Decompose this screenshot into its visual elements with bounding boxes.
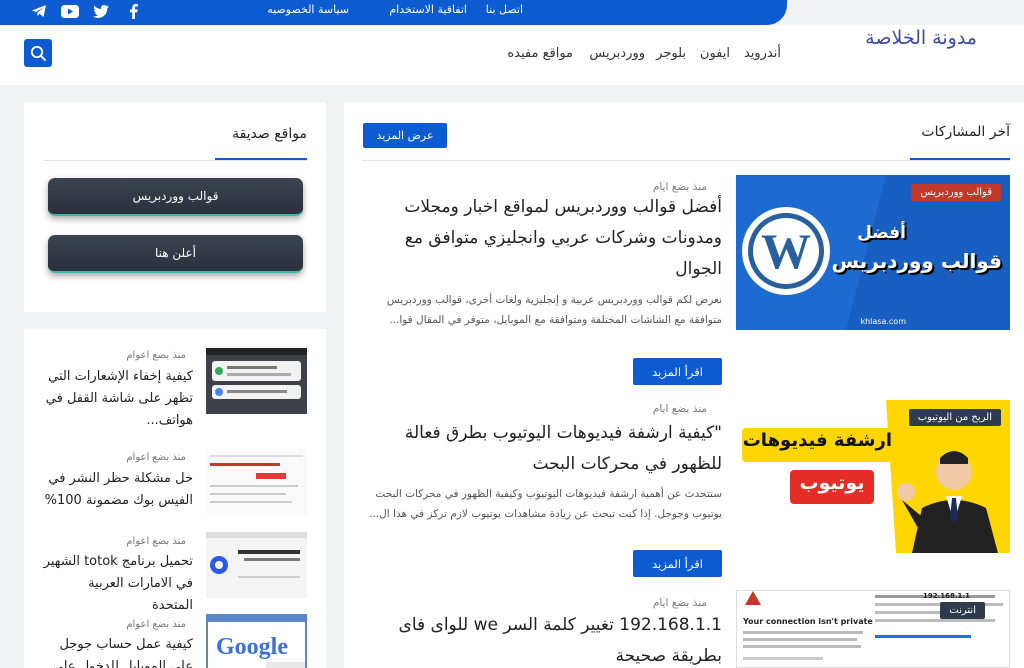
post-title[interactable]: أفضل قوالب ووردبريس لمواقع اخبار ومجلات …: [362, 192, 722, 285]
section-title-latest: آخر المشاركات: [921, 124, 1010, 140]
recent-posts-widget: منذ بضع اعوام كيفية إخفاء الإشعارات التي…: [24, 329, 326, 668]
privacy-link[interactable]: سياسة الخصوصيه: [267, 3, 349, 16]
thumbnail-caption: يوتيوب: [799, 472, 865, 494]
nav-item-android[interactable]: أندرويد: [744, 46, 781, 61]
facebook-icon[interactable]: [122, 1, 144, 21]
contact-link[interactable]: اتصل بنا: [486, 3, 523, 16]
telegram-icon[interactable]: [28, 1, 50, 21]
post-thumbnail[interactable]: الربح من اليوتيوب ارشفة فيديوهات يوتيوب: [736, 400, 1010, 553]
friends-title: مواقع صديقة: [232, 126, 307, 142]
facebook-ban-thumbnail-image: [206, 449, 307, 515]
search-button[interactable]: [24, 39, 52, 67]
lockscreen-thumbnail-image: [206, 348, 307, 414]
recent-post-thumbnail[interactable]: Google: [206, 614, 307, 668]
post-title[interactable]: 192.168.1.1 تغيير كلمة السر we للواى فاى…: [382, 610, 722, 668]
advertise-button[interactable]: أعلن هنا: [48, 235, 303, 273]
post-excerpt: ستتحدث عن أهمية ارشفة فيديوهات اليوتيوب …: [369, 488, 722, 520]
thumbnail-caption: 192.168.1.1: [923, 592, 970, 600]
post-excerpt: نعرض لكم قوالب ووردبريس عربية و إنجليزية…: [386, 294, 722, 326]
recent-post-thumbnail[interactable]: [206, 348, 307, 414]
recent-post-date: منذ بضع اعوام: [126, 350, 186, 361]
top-bar: اتصل بنا اتفاقية الاستخدام سياسة الخصوصي…: [0, 0, 787, 25]
friends-rule: [43, 160, 307, 161]
site-logo[interactable]: مدونة الخلاصة: [865, 27, 977, 49]
post-thumbnail[interactable]: W قوالب ووردبريس أفضل قوالب ووردبريس khl…: [736, 175, 1010, 330]
youtube-icon[interactable]: [59, 1, 81, 21]
post-title[interactable]: "كيفية ارشفة فيديوهات اليوتيوب بطرق فعال…: [362, 418, 722, 480]
thumbnail-caption: أفضل: [857, 223, 906, 243]
recent-post-date: منذ بضع اعوام: [126, 536, 186, 547]
recent-post-title[interactable]: كيفية عمل حساب جوجل على الموبايل للدخول …: [43, 634, 193, 668]
category-badge[interactable]: الربح من اليوتيوب: [908, 409, 1001, 426]
post-date: منذ بضع ايام: [652, 597, 707, 609]
section-rule: [362, 160, 1010, 161]
search-icon: [30, 45, 46, 61]
category-badge[interactable]: انترنت: [940, 602, 985, 619]
recent-post-date: منذ بضع اعوام: [126, 619, 186, 630]
svg-text:W: W: [761, 223, 811, 279]
nav-item-blogger[interactable]: بلوجر: [656, 46, 686, 61]
site-header: مدونة الخلاصة أندرويد ايفون بلوجر ووردبر…: [0, 25, 1024, 85]
recent-post-title[interactable]: كيفية إخفاء الإشعارات التي تظهر على شاشة…: [43, 366, 193, 432]
recent-post-title[interactable]: تحميل برنامج totok الشهير في الامارات ال…: [43, 551, 193, 617]
post-thumbnail[interactable]: Your connection isn't private 192.168.1.…: [736, 590, 1010, 668]
read-more-button[interactable]: اقرأ المزيد: [633, 358, 722, 385]
main-panel: آخر المشاركات عرض المزيد W قوالب ووردبري…: [344, 102, 1024, 668]
recent-post-thumbnail[interactable]: [206, 449, 307, 515]
thumbnail-caption: Your connection isn't private: [743, 617, 873, 626]
thumbnail-caption: قوالب ووردبريس: [831, 249, 1002, 273]
twitter-icon[interactable]: [90, 1, 112, 21]
post-date: منذ بضع ايام: [652, 403, 707, 415]
nav-item-useful-sites[interactable]: مواقع مفيده: [507, 46, 573, 61]
nav-item-iphone[interactable]: ايفون: [700, 46, 730, 61]
google-logo-text: Google: [216, 634, 288, 660]
nav-item-wordpress[interactable]: ووردبريس: [589, 46, 645, 61]
recent-post-thumbnail[interactable]: [206, 532, 307, 598]
show-more-button[interactable]: عرض المزيد: [363, 123, 447, 148]
recent-post-date: منذ بضع اعوام: [126, 452, 186, 463]
terms-link[interactable]: اتفاقية الاستخدام: [389, 3, 467, 16]
thumbnail-site: khlasa.com: [860, 317, 906, 326]
thumbnail-caption: ارشفة فيديوهات: [742, 430, 892, 451]
totok-thumbnail-image: [206, 532, 307, 598]
category-badge[interactable]: قوالب ووردبريس: [911, 184, 1001, 201]
recent-post-title[interactable]: حل مشكلة حظر النشر في الفيس بوك مضمونة 1…: [43, 468, 193, 512]
read-more-button[interactable]: اقرأ المزيد: [633, 550, 722, 577]
friend-site-button[interactable]: قوالب ووردبريس: [48, 178, 303, 216]
